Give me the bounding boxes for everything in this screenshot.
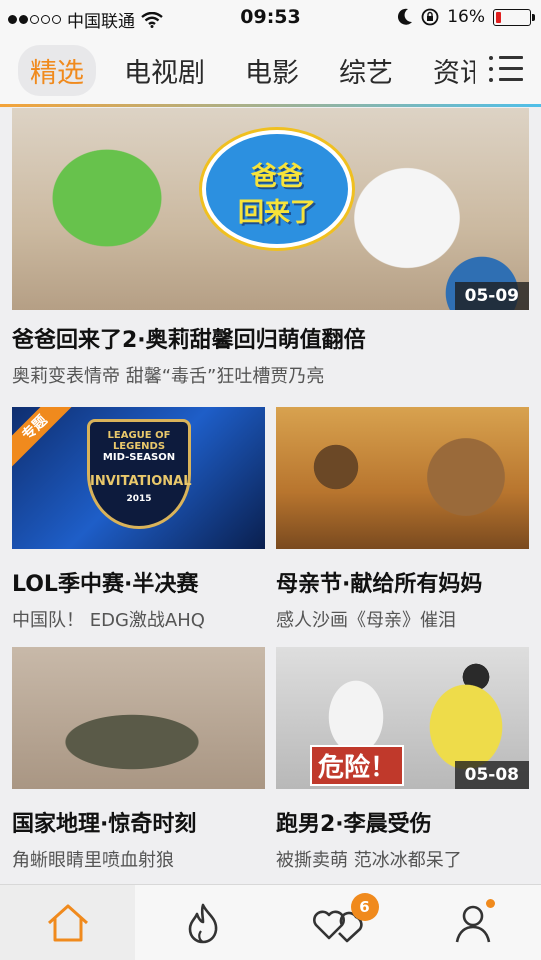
tab-movies[interactable]: 电影 [233, 45, 311, 96]
bottom-nav: 6 [0, 884, 541, 960]
card-title: 跑男2·李晨受伤 [276, 812, 432, 837]
nav-profile[interactable] [406, 885, 541, 960]
video-thumbnail-running-man[interactable]: 危险！ 05-08 [276, 647, 529, 789]
nav-hot[interactable] [135, 885, 270, 960]
home-icon [47, 904, 88, 941]
date-badge: 05-09 [454, 282, 529, 310]
card-subtitle: 被撕卖萌 范冰冰都呆了 [276, 850, 462, 871]
feature-title: 爸爸回来了2·奥莉甜馨回归萌值翻倍 [12, 328, 366, 353]
nav-favorites[interactable]: 6 [271, 885, 406, 960]
tab-variety[interactable]: 综艺 [327, 45, 405, 96]
card-subtitle: 角蜥眼睛里喷血射狼 [12, 850, 174, 871]
rotation-lock-icon [421, 8, 439, 26]
battery-percent: 16% [447, 7, 485, 27]
video-thumbnail-lizard[interactable] [12, 647, 265, 789]
tab-underline [0, 104, 541, 107]
profile-icon [456, 905, 491, 942]
battery-icon [493, 8, 535, 26]
status-bar: 中国联通 09:53 16% [0, 0, 541, 36]
video-thumbnail-mother[interactable] [276, 407, 529, 549]
card-caption[interactable]: 国家地理·惊奇时刻 角蜥眼睛里喷血射狼 [12, 806, 265, 872]
category-tabbar: 精选 电视剧 电影 综艺 资讯 [0, 36, 541, 104]
danger-caption: 危险！ [310, 745, 405, 786]
flame-icon [188, 903, 218, 943]
tab-tv-series[interactable]: 电视剧 [112, 45, 217, 96]
status-right: 16% [397, 7, 535, 27]
card-title: LOL季中赛·半决赛 [12, 572, 199, 597]
menu-icon[interactable] [489, 54, 523, 84]
feature-caption[interactable]: 爸爸回来了2·奥莉甜馨回归萌值翻倍 奥莉变表情帝 甜馨“毒舌”狂吐槽贾乃亮 [12, 322, 529, 388]
feature-subtitle: 奥莉变表情帝 甜馨“毒舌”狂吐槽贾乃亮 [12, 366, 325, 387]
notification-badge: 6 [350, 893, 379, 921]
card-title: 母亲节·献给所有妈妈 [276, 572, 483, 597]
battery-fill [496, 11, 501, 23]
date-badge: 05-08 [454, 761, 529, 789]
card-caption[interactable]: LOL季中赛·半决赛 中国队！ EDG激战AHQ [12, 566, 265, 632]
card-caption[interactable]: 母亲节·献给所有妈妈 感人沙画《母亲》催泪 [276, 566, 529, 632]
new-dot [485, 899, 495, 908]
card-caption[interactable]: 跑男2·李晨受伤 被撕卖萌 范冰冰都呆了 [276, 806, 529, 872]
card-subtitle: 感人沙画《母亲》催泪 [276, 610, 456, 631]
nav-home[interactable] [0, 885, 136, 960]
tab-news[interactable]: 资讯 [421, 45, 475, 96]
card-title: 国家地理·惊奇时刻 [12, 812, 197, 837]
card-subtitle: 中国队！ EDG激战AHQ [12, 610, 205, 631]
feature-banner[interactable]: 爸爸 回来了 05-09 [12, 108, 529, 310]
video-thumbnail-lol[interactable]: LEAGUE OF LEGENDS MID-SEASON INVITATIONA… [12, 407, 265, 549]
lol-logo: LEAGUE OF LEGENDS MID-SEASON INVITATIONA… [87, 419, 192, 529]
show-logo: 爸爸 回来了 [202, 130, 352, 248]
special-topic-tag: 专题 [12, 407, 75, 468]
tab-featured[interactable]: 精选 [18, 44, 96, 96]
category-tabs: 精选 电视剧 电影 综艺 资讯 [0, 36, 475, 104]
moon-icon [398, 8, 413, 25]
